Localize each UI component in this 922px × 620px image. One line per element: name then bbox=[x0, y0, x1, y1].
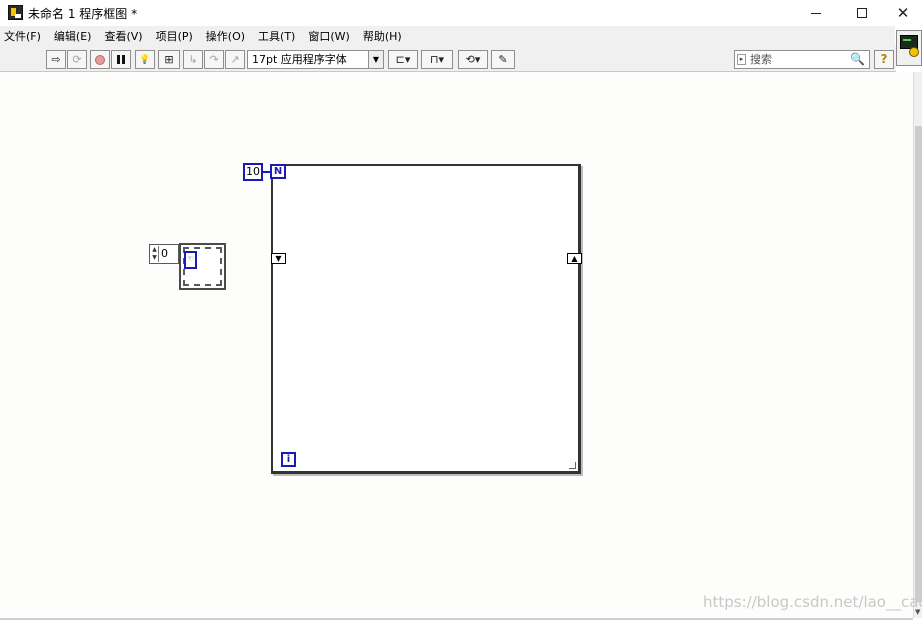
menu-file[interactable]: 文件(F) bbox=[4, 28, 41, 44]
help-button[interactable]: ? bbox=[874, 50, 894, 69]
close-button[interactable]: ✕ bbox=[884, 0, 922, 26]
abort-icon bbox=[95, 54, 105, 65]
step-out-icon: ↗ bbox=[230, 53, 240, 66]
vertical-scrollbar[interactable]: ▼ bbox=[913, 72, 922, 618]
search-field[interactable]: ▸ 🔍 bbox=[734, 50, 870, 69]
cleanup-icon: ✎ bbox=[498, 53, 508, 66]
menu-view[interactable]: 查看(V) bbox=[104, 28, 142, 44]
close-icon: ✕ bbox=[896, 3, 910, 22]
menu-help[interactable]: 帮助(H) bbox=[363, 28, 402, 44]
watermark: https://blog.csdn.net/lao__cao bbox=[703, 593, 922, 611]
distribute-objects-button[interactable]: ⊓▾ bbox=[421, 50, 453, 69]
run-continuously-icon: ⟳ bbox=[72, 53, 82, 66]
maximize-icon bbox=[857, 8, 867, 18]
minimize-button[interactable] bbox=[793, 0, 839, 26]
maximize-button[interactable] bbox=[839, 0, 885, 26]
highlight-execution-icon: 💡 bbox=[139, 54, 151, 65]
step-out-button[interactable]: ↗ bbox=[225, 50, 245, 69]
menu-project[interactable]: 项目(P) bbox=[156, 28, 193, 44]
menu-edit[interactable]: 编辑(E) bbox=[54, 28, 92, 44]
align-icon: ⊏▾ bbox=[395, 53, 411, 66]
count-terminal[interactable]: N bbox=[270, 164, 286, 179]
array-constant[interactable]: ☜ bbox=[179, 243, 226, 290]
menu-bar: 文件(F) 编辑(E) 查看(V) 项目(P) 操作(O) 工具(T) 窗口(W… bbox=[0, 26, 895, 46]
toolbar: ⇨ ⟳ 💡 ⊞ ↳ ↷ ↗ 17pt 应用程序字体 ▼ ⊏▾ ⊓▾ ⟲▾ ✎ ▸… bbox=[0, 46, 896, 72]
chevron-down-icon: ▼ bbox=[368, 51, 383, 68]
distribute-icon: ⊓▾ bbox=[429, 53, 445, 66]
step-over-icon: ↷ bbox=[209, 53, 219, 66]
loop-count-constant[interactable]: 10 bbox=[243, 163, 263, 181]
app-icon bbox=[8, 5, 23, 20]
abort-button[interactable] bbox=[90, 50, 110, 69]
menu-operate[interactable]: 操作(O) bbox=[206, 28, 245, 44]
search-input[interactable] bbox=[750, 52, 846, 67]
menu-window[interactable]: 窗口(W) bbox=[308, 28, 349, 44]
shift-register-right[interactable]: ▲ bbox=[567, 253, 582, 264]
step-over-button[interactable]: ↷ bbox=[204, 50, 224, 69]
title-bar: 未命名 1 程序框图 * ✕ bbox=[0, 0, 922, 26]
iteration-terminal[interactable]: i bbox=[281, 452, 296, 467]
window-title: 未命名 1 程序框图 * bbox=[28, 7, 138, 21]
step-into-icon: ↳ bbox=[188, 53, 198, 66]
cleanup-diagram-button[interactable]: ✎ bbox=[491, 50, 515, 69]
context-help-icon[interactable] bbox=[896, 30, 922, 66]
reorder-icon: ⟲▾ bbox=[465, 53, 481, 66]
menu-tools[interactable]: 工具(T) bbox=[258, 28, 295, 44]
font-dropdown-value: 17pt 应用程序字体 bbox=[252, 53, 347, 66]
run-button[interactable]: ⇨ bbox=[46, 50, 66, 69]
search-icon[interactable]: 🔍 bbox=[850, 52, 865, 66]
hand-cursor-icon: ☜ bbox=[184, 251, 197, 269]
font-dropdown[interactable]: 17pt 应用程序字体 ▼ bbox=[247, 50, 384, 69]
index-spinner-icon[interactable]: ▲ ▼ bbox=[151, 246, 159, 262]
run-continuously-button[interactable]: ⟳ bbox=[67, 50, 87, 69]
reorder-button[interactable]: ⟲▾ bbox=[458, 50, 488, 69]
minimize-icon bbox=[811, 12, 821, 14]
retain-wire-values-icon: ⊞ bbox=[164, 53, 174, 66]
scrollbar-thumb[interactable] bbox=[915, 126, 922, 602]
retain-wire-values-button[interactable]: ⊞ bbox=[158, 50, 180, 69]
array-index-display[interactable]: ▲ ▼ 0 bbox=[149, 244, 179, 264]
run-icon: ⇨ bbox=[51, 53, 61, 66]
align-objects-button[interactable]: ⊏▾ bbox=[388, 50, 418, 69]
search-options-icon[interactable]: ▸ bbox=[737, 54, 746, 65]
pause-button[interactable] bbox=[111, 50, 131, 69]
shift-register-left[interactable]: ▼ bbox=[271, 253, 286, 264]
vi-icon-badge bbox=[909, 47, 919, 57]
pause-icon bbox=[117, 55, 125, 64]
help-icon: ? bbox=[880, 52, 888, 66]
array-index-value: 0 bbox=[161, 247, 168, 260]
highlight-execution-button[interactable]: 💡 bbox=[135, 50, 155, 69]
for-loop-structure[interactable] bbox=[271, 164, 581, 474]
step-into-button[interactable]: ↳ bbox=[183, 50, 203, 69]
